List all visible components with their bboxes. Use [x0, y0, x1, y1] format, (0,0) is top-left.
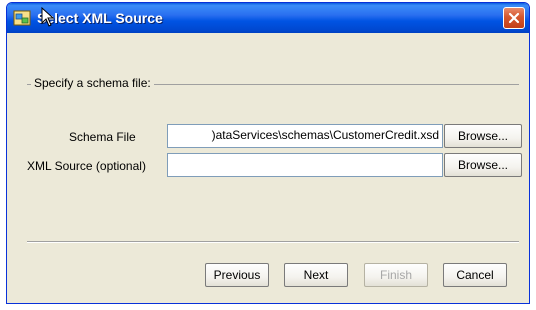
schema-file-field[interactable]: )ataServices\schemas\CustomerCredit.xsd [167, 124, 443, 148]
finish-button[interactable]: Finish [364, 263, 428, 287]
screenshot-frame: Select XML Source Specify a schema file:… [0, 0, 536, 310]
xml-source-icon [13, 10, 31, 26]
cancel-button[interactable]: Cancel [443, 263, 507, 287]
browse-xml-button[interactable]: Browse... [444, 153, 522, 177]
xml-source-field[interactable] [167, 153, 443, 177]
next-button[interactable]: Next [284, 263, 348, 287]
separator [27, 241, 519, 243]
previous-button[interactable]: Previous [205, 263, 269, 287]
mouse-pointer-icon [41, 6, 55, 27]
browse-schema-button[interactable]: Browse... [444, 124, 522, 148]
title-bar[interactable]: Select XML Source [7, 3, 529, 33]
xml-source-label: XML Source (optional) [27, 159, 146, 173]
close-icon [508, 12, 520, 24]
dialog-content: Specify a schema file: Schema File )ataS… [7, 33, 529, 303]
close-button[interactable] [503, 7, 525, 29]
group-legend: Specify a schema file: [31, 76, 154, 90]
schema-file-label: Schema File [69, 130, 136, 144]
select-xml-source-dialog: Select XML Source Specify a schema file:… [6, 2, 530, 304]
dialog-title: Select XML Source [37, 10, 163, 26]
